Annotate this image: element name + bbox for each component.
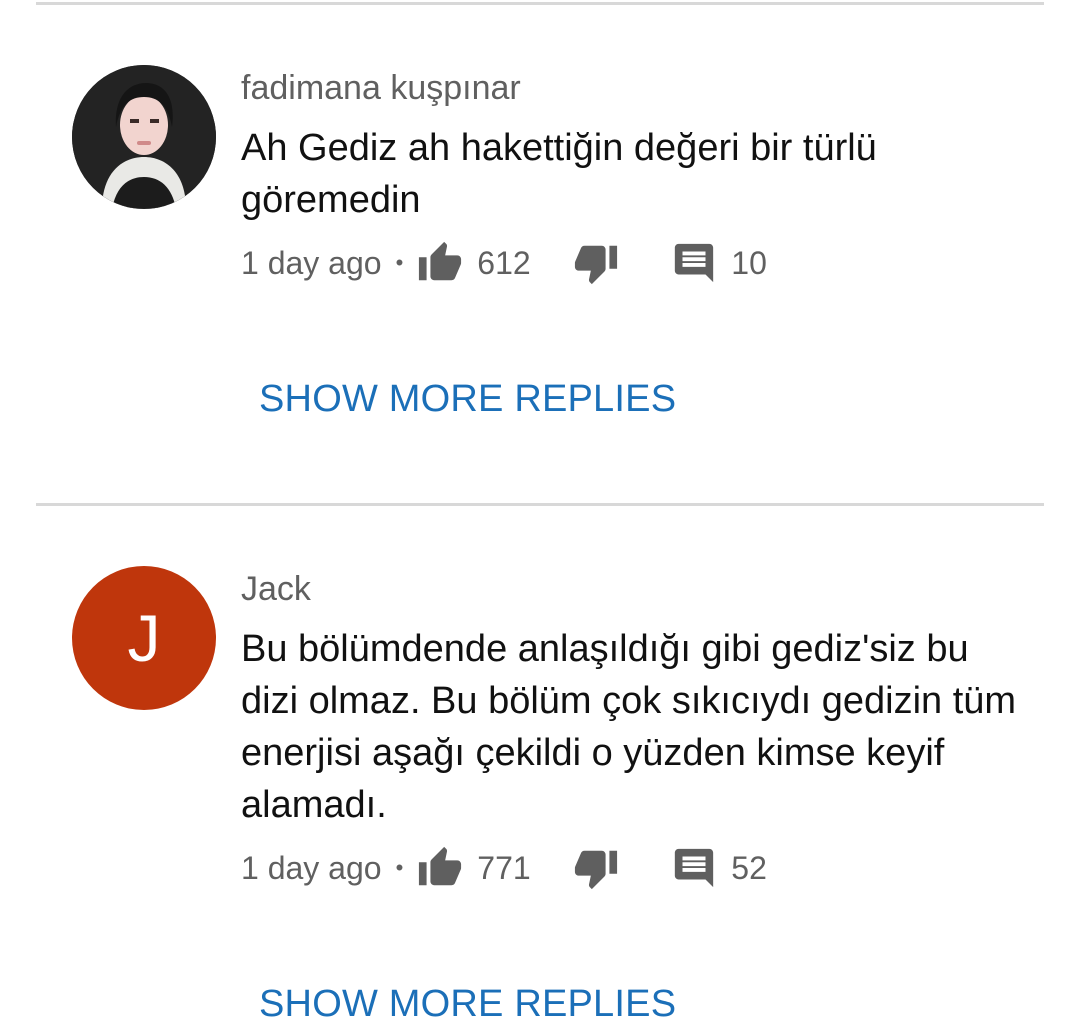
dislike-button[interactable] xyxy=(573,240,619,286)
comment-meta: 1 day ago • 771 52 xyxy=(241,843,767,893)
comment-icon xyxy=(675,243,714,283)
avatar-letter: J xyxy=(127,601,161,675)
comment-text: Bu bölümdende anlaşıldığı gibi gediz'siz… xyxy=(241,628,1017,826)
reply-button[interactable] xyxy=(671,845,717,891)
separator-dot: • xyxy=(395,250,404,275)
separator-dot: • xyxy=(395,855,404,880)
like-count: 771 xyxy=(477,849,531,886)
show-more-replies-button[interactable]: SHOW MORE REPLIES xyxy=(259,378,676,421)
comment-author[interactable]: Jack xyxy=(241,570,311,609)
avatar[interactable]: J xyxy=(72,566,216,710)
reply-button[interactable] xyxy=(671,240,717,286)
like-count: 612 xyxy=(477,244,531,281)
avatar[interactable] xyxy=(72,65,216,209)
reply-count: 52 xyxy=(731,849,767,886)
profile-photo-icon xyxy=(72,65,216,209)
like-button[interactable] xyxy=(417,240,463,286)
comment-time: 1 day ago xyxy=(241,244,382,281)
reply-count: 10 xyxy=(731,244,767,281)
divider xyxy=(36,2,1044,5)
comment-text: Ah Gediz ah hakettiğin değeri bir türlü … xyxy=(241,127,877,221)
comment-time: 1 day ago xyxy=(241,849,382,886)
divider xyxy=(36,503,1044,506)
show-more-replies-button[interactable]: SHOW MORE REPLIES xyxy=(259,983,676,1026)
thumbs-up-icon xyxy=(419,241,462,281)
thumbs-up-icon xyxy=(419,846,462,886)
dislike-button[interactable] xyxy=(573,845,619,891)
comment-meta: 1 day ago • 612 10 xyxy=(241,238,767,288)
like-button[interactable] xyxy=(417,845,463,891)
comment-author[interactable]: fadimana kuşpınar xyxy=(241,69,521,108)
comment-icon xyxy=(675,848,714,888)
thumbs-down-icon xyxy=(575,245,618,285)
thumbs-down-icon xyxy=(575,850,618,890)
